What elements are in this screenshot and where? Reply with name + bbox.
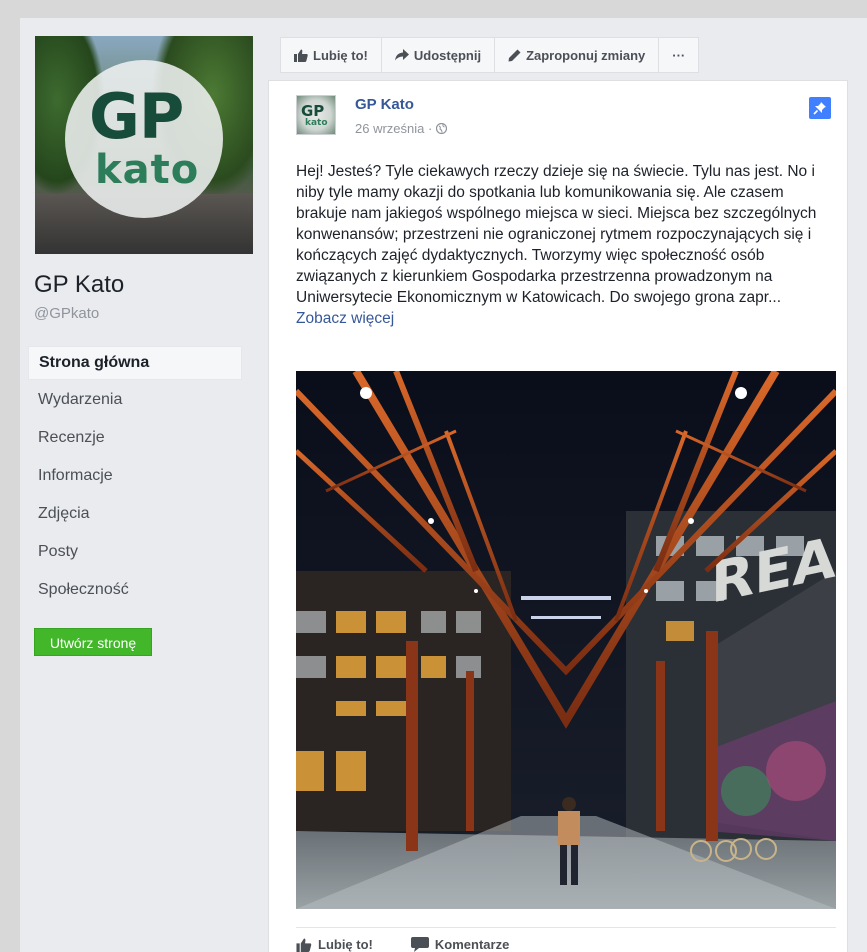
sidebar-item-photos[interactable]: Zdjęcia: [28, 498, 268, 536]
post-comments-button[interactable]: Komentarze: [410, 937, 510, 952]
logo-text-bottom: kato: [95, 147, 200, 193]
pencil-icon: [508, 49, 521, 62]
post-body: Hej! Jesteś? Tyle ciekawych rzeczy dziej…: [296, 161, 836, 329]
thumbs-up-icon: [294, 49, 308, 62]
sidebar-item-events[interactable]: Wydarzenia: [28, 384, 268, 422]
sidebar-item-community[interactable]: Społeczność: [28, 574, 268, 612]
like-page-label: Lubię to!: [313, 47, 368, 63]
post-text: Hej! Jesteś? Tyle ciekawych rzeczy dziej…: [296, 163, 817, 306]
pin-icon[interactable]: [809, 97, 831, 119]
avatar-logo-bottom: kato: [305, 118, 328, 128]
comment-icon: [410, 937, 429, 952]
profile-picture[interactable]: GP kato: [35, 36, 253, 254]
post-photo[interactable]: REAG T: [296, 371, 836, 909]
post-comments-label: Komentarze: [434, 937, 510, 952]
sidebar-item-home[interactable]: Strona główna: [28, 346, 242, 380]
post-date[interactable]: 26 września: [355, 121, 424, 136]
like-page-button[interactable]: Lubię to!: [281, 38, 382, 72]
post-meta: 26 września ·: [355, 121, 448, 136]
post-like-label: Lubię to!: [318, 937, 373, 952]
sidebar-nav: Strona główna Wydarzenia Recenzje Inform…: [28, 346, 268, 612]
see-more-link[interactable]: Zobacz więcej: [296, 310, 394, 327]
more-options-button[interactable]: ···: [659, 38, 698, 72]
share-label: Udostępnij: [413, 47, 482, 63]
sidebar-item-info[interactable]: Informacje: [28, 460, 268, 498]
left-column: GP kato GP Kato @GPkato Strona główna Wy…: [28, 28, 268, 952]
suggest-edits-button[interactable]: Zaproponuj zmiany: [495, 38, 660, 72]
post-author-link[interactable]: GP Kato: [355, 96, 414, 113]
page-title[interactable]: GP Kato: [34, 271, 124, 299]
share-arrow-icon: [394, 49, 409, 61]
more-icon: ···: [672, 47, 686, 63]
sidebar-item-reviews[interactable]: Recenzje: [28, 422, 268, 460]
page-handle[interactable]: @GPkato: [34, 305, 99, 322]
suggest-edits-label: Zaproponuj zmiany: [526, 47, 646, 63]
thumbs-up-icon: [296, 938, 312, 952]
create-page-button[interactable]: Utwórz stronę: [34, 628, 152, 656]
page-frame: GP kato GP Kato @GPkato Strona główna Wy…: [20, 18, 867, 952]
meta-separator: ·: [428, 121, 433, 136]
page-action-bar: Lubię to! Udostępnij Zaproponuj zmiany ·…: [280, 37, 700, 73]
logo-text-top: GP: [89, 80, 184, 153]
post-like-button[interactable]: Lubię to!: [296, 937, 373, 952]
pinned-post: GP kato GP Kato 26 września · Hej! Jeste…: [268, 80, 848, 952]
sidebar-item-posts[interactable]: Posty: [28, 536, 268, 574]
share-button[interactable]: Udostępnij: [382, 38, 496, 72]
post-actions: Lubię to! Komentarze: [296, 927, 836, 952]
author-avatar[interactable]: GP kato: [296, 95, 336, 135]
globe-icon: [436, 123, 448, 134]
